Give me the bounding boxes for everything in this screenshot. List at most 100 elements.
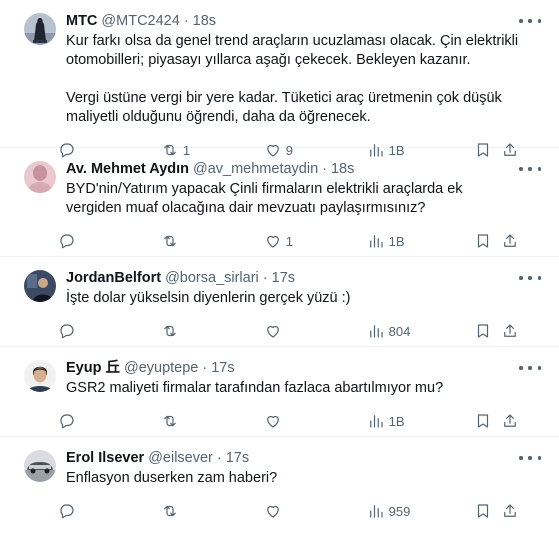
view-count: 804 — [388, 323, 411, 339]
more-dots-icon — [537, 167, 541, 171]
reply-button[interactable] — [58, 232, 161, 250]
tweet-paragraph: Vergi üstüne vergi bir yere kadar. Tüket… — [66, 90, 502, 125]
author-name[interactable]: MTC — [66, 12, 97, 30]
timestamp[interactable]: 18s — [193, 12, 216, 30]
author-name[interactable]: Erol Ilsever — [66, 449, 144, 467]
timestamp[interactable]: 17s — [211, 359, 234, 377]
timestamp[interactable]: 17s — [272, 269, 295, 287]
views-button[interactable]: 1B — [367, 232, 474, 250]
like-button[interactable] — [264, 322, 367, 340]
views-button[interactable]: 1B — [367, 412, 474, 430]
share-button[interactable] — [501, 502, 521, 520]
reply-button[interactable] — [58, 502, 161, 520]
bookmark-button[interactable] — [474, 502, 502, 520]
avatar[interactable] — [24, 13, 56, 45]
speech-bubble-icon — [60, 414, 74, 429]
speech-bubble-icon — [60, 504, 74, 519]
retweet-button[interactable] — [161, 232, 264, 250]
separator-dot: · — [216, 450, 222, 466]
avatar[interactable] — [24, 450, 56, 482]
share-button[interactable] — [501, 322, 521, 340]
action-bar: 1 1B — [58, 222, 521, 260]
more-dots-icon — [537, 366, 541, 370]
bar-chart-icon — [369, 505, 383, 518]
tweet[interactable]: MTC @MTC2424 · 18s Kur farkı olsa da gen… — [0, 0, 559, 158]
tweet-paragraph: Kur farkı olsa da genel trend araçların … — [66, 33, 519, 68]
tweet[interactable]: Eyup 丘 @eyuptepe · 17s GSR2 maliyeti fir… — [0, 347, 559, 437]
bar-chart-icon — [369, 415, 383, 428]
more-button[interactable] — [519, 160, 541, 178]
tweet-paragraph: İşte dolar yükselsin diyenlerin gerçek y… — [66, 290, 351, 306]
avatar[interactable] — [24, 161, 56, 193]
more-dots-icon — [528, 366, 532, 370]
tweet-text: Kur farkı olsa da genel trend araçların … — [66, 32, 521, 127]
retweet-button[interactable] — [161, 502, 264, 520]
bookmark-icon — [477, 234, 488, 248]
author-handle[interactable]: @av_mehmetaydin — [193, 160, 318, 178]
tweet[interactable]: Av. Mehmet Aydın @av_mehmetaydin · 18s B… — [0, 148, 559, 257]
avatar[interactable] — [24, 360, 56, 392]
more-button[interactable] — [519, 12, 541, 30]
author-name[interactable]: Eyup 丘 — [66, 359, 120, 377]
author-handle[interactable]: @borsa_sirlari — [165, 269, 259, 287]
more-dots-icon — [537, 276, 541, 280]
more-dots-icon — [528, 167, 532, 171]
more-dots-icon — [519, 366, 523, 370]
timestamp[interactable]: 17s — [226, 449, 249, 467]
author-handle[interactable]: @MTC2424 — [101, 12, 179, 30]
more-dots-icon — [528, 276, 532, 280]
bookmark-icon — [477, 504, 488, 518]
like-button[interactable] — [264, 502, 367, 520]
tweet-paragraph: BYD'nin/Yatırım yapacak Çinli firmaların… — [66, 181, 463, 216]
like-button[interactable] — [264, 412, 367, 430]
more-dots-icon — [537, 456, 541, 460]
tweet-text: GSR2 maliyeti firmalar tarafından fazlac… — [66, 379, 521, 398]
author-name[interactable]: JordanBelfort — [66, 269, 161, 287]
views-button[interactable]: 804 — [367, 322, 474, 340]
reply-button[interactable] — [58, 412, 161, 430]
more-button[interactable] — [519, 449, 541, 467]
bookmark-button[interactable] — [474, 412, 502, 430]
tweet[interactable]: Erol Ilsever @eilsever · 17s Enflasyon d… — [0, 437, 559, 527]
bookmark-icon — [477, 324, 488, 338]
speech-bubble-icon — [60, 234, 74, 249]
views-button[interactable]: 959 — [367, 502, 474, 520]
retweet-button[interactable] — [161, 412, 264, 430]
heart-icon — [266, 235, 279, 248]
author-handle[interactable]: @eilsever — [148, 449, 213, 467]
author-handle[interactable]: @eyuptepe — [124, 359, 198, 377]
retweet-icon — [164, 505, 176, 517]
separator-dot: · — [322, 161, 327, 177]
retweet-button[interactable] — [161, 322, 264, 340]
speech-bubble-icon — [60, 324, 74, 339]
heart-icon — [266, 325, 279, 338]
share-button[interactable] — [501, 232, 521, 250]
timestamp[interactable]: 18s — [331, 160, 354, 178]
like-count: 1 — [285, 233, 294, 249]
tweet[interactable]: JordanBelfort @borsa_sirlari · 17s İşte … — [0, 257, 559, 347]
share-icon — [504, 414, 517, 427]
retweet-icon — [164, 415, 176, 427]
author-name[interactable]: Av. Mehmet Aydın — [66, 160, 189, 178]
action-bar: 959 — [58, 492, 521, 530]
tweet-text: Enflasyon duserken zam haberi? — [66, 469, 521, 488]
tweet-text: BYD'nin/Yatırım yapacak Çinli firmaların… — [66, 180, 521, 218]
more-dots-icon — [519, 19, 523, 23]
bar-chart-icon — [369, 325, 383, 338]
bookmark-button[interactable] — [474, 232, 502, 250]
separator-dot: · — [202, 360, 208, 376]
more-button[interactable] — [519, 269, 541, 287]
tweet-paragraph: Enflasyon duserken zam haberi? — [66, 470, 278, 486]
bookmark-button[interactable] — [474, 322, 502, 340]
view-count: 1B — [388, 413, 405, 429]
more-button[interactable] — [519, 359, 541, 377]
view-count: 959 — [388, 503, 411, 519]
more-dots-icon — [528, 456, 532, 460]
share-button[interactable] — [501, 412, 521, 430]
avatar[interactable] — [24, 270, 56, 302]
like-button[interactable]: 1 — [264, 232, 367, 250]
reply-button[interactable] — [58, 322, 161, 340]
heart-icon — [266, 505, 279, 518]
retweet-icon — [164, 325, 176, 337]
tweet-text: İşte dolar yükselsin diyenlerin gerçek y… — [66, 289, 521, 308]
